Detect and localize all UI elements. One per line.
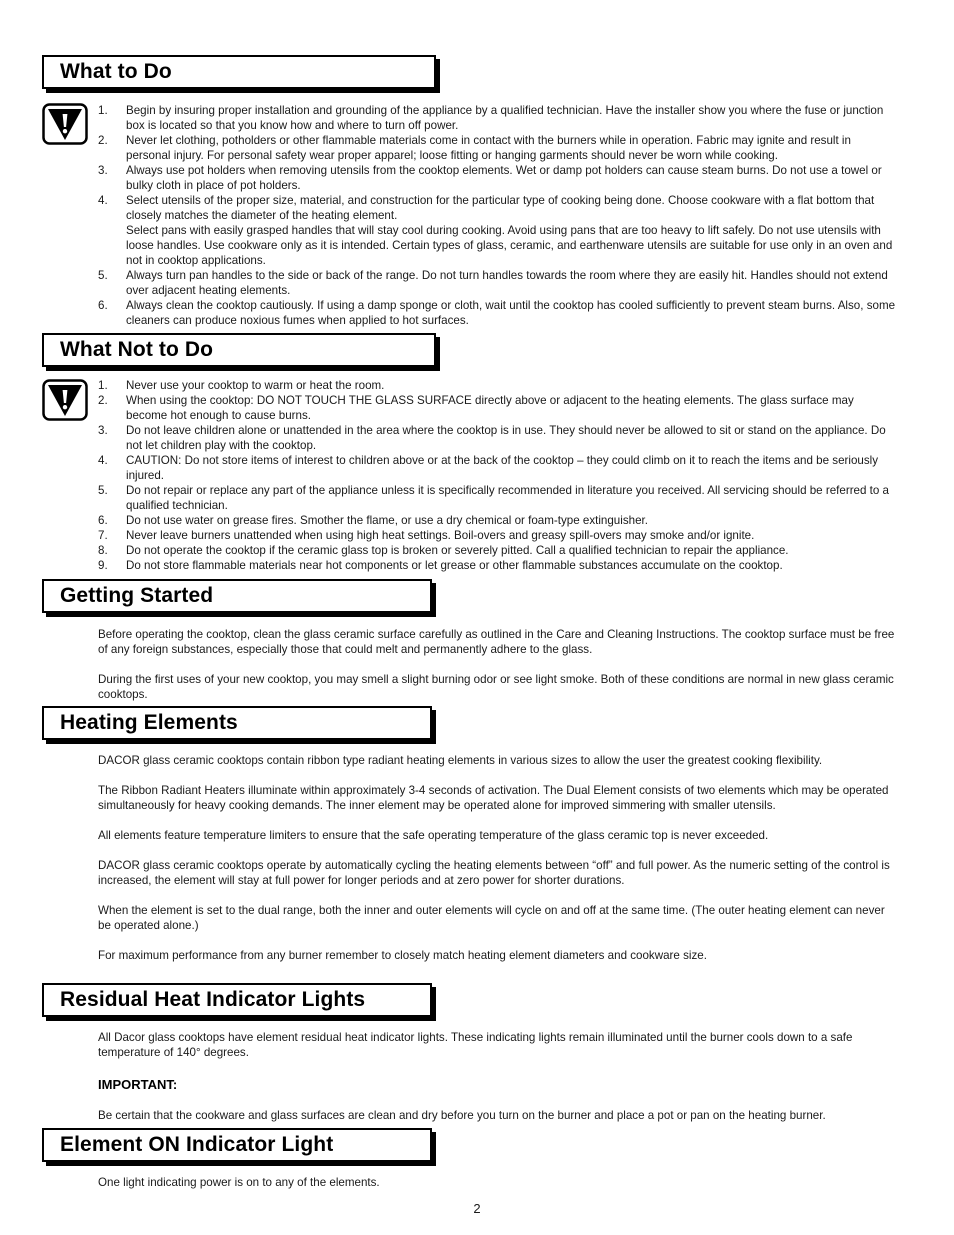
dont-list: 1. Never use your cooktop to warm or heat… — [98, 378, 898, 573]
section-header: Element ON Indicator Light — [42, 1128, 432, 1162]
section-body: DACOR glass ceramic cooktops contain rib… — [98, 753, 898, 963]
list-item: 1. Begin by insuring proper installation … — [98, 104, 884, 132]
section-header: Heating Elements — [42, 706, 432, 740]
important-label: IMPORTANT: — [98, 1077, 178, 1092]
do-list: 1. Begin by insuring proper installation … — [98, 103, 898, 328]
section-title: Getting Started — [60, 584, 214, 607]
warning-icon — [42, 379, 88, 421]
paragraph: For maximum performance from any burner … — [98, 949, 707, 962]
list-item: 3. Do not leave children alone or unatten… — [98, 424, 886, 452]
paragraph: DACOR glass ceramic cooktops contain rib… — [98, 754, 823, 767]
warning-icon — [42, 103, 88, 145]
list-item: 1. Never use your cooktop to warm or heat… — [98, 379, 385, 392]
list-item: 2. Never let clothing, potholders or othe… — [98, 134, 851, 162]
important-text: Be certain that the cookware and glass s… — [98, 1109, 826, 1122]
section-title: Element ON Indicator Light — [60, 1133, 334, 1156]
list-item: 8. Do not operate the cooktop if the cera… — [98, 544, 789, 557]
paragraph: When the element is set to the dual rang… — [98, 904, 885, 932]
section-header: Getting Started — [42, 579, 432, 613]
list-item: 6. Do not use water on grease fires. Smot… — [98, 514, 648, 527]
list-item: 4. Select utensils of the proper size, ma… — [98, 194, 893, 267]
paragraph: One light indicating power is on to any … — [98, 1176, 380, 1189]
list-item: 9. Do not store flammable materials near … — [98, 559, 783, 572]
list-item: 5. Always turn pan handles to the side or… — [98, 269, 888, 297]
paragraph: During the first uses of your new cookto… — [98, 673, 894, 701]
section-title: Heating Elements — [60, 711, 238, 734]
section-title: What Not to Do — [60, 338, 214, 361]
section-header: Residual Heat Indicator Lights — [42, 983, 432, 1017]
paragraph: All Dacor glass cooktops have element re… — [98, 1031, 853, 1059]
section-body: One light indicating power is on to any … — [98, 1175, 898, 1190]
section-body: All Dacor glass cooktops have element re… — [98, 1030, 898, 1138]
list-item: 7. Never leave burners unattended when us… — [98, 529, 755, 542]
page-number: 2 — [473, 1201, 481, 1216]
paragraph: Before operating the cooktop, clean the … — [98, 628, 895, 656]
paragraph: The Ribbon Radiant Heaters illuminate wi… — [98, 784, 889, 812]
list-item: 4. CAUTION: Do not store items of interes… — [98, 454, 879, 482]
section-header: What to Do — [42, 55, 436, 89]
paragraph: DACOR glass ceramic cooktops operate by … — [98, 859, 890, 887]
section-title: What to Do — [60, 60, 172, 83]
list-item: 3. Always use pot holders when removing u… — [98, 164, 882, 192]
list-item: 2. When using the cooktop: DO NOT TOUCH T… — [98, 394, 854, 422]
section-header: What Not to Do — [42, 333, 436, 367]
list-item: 5. Do not repair or replace any part of t… — [98, 484, 890, 512]
section-body: Before operating the cooktop, clean the … — [98, 627, 898, 702]
list-item: 6. Always clean the cooktop cautiously. I… — [98, 299, 896, 327]
paragraph: All elements feature temperature limiter… — [98, 829, 769, 842]
section-title: Residual Heat Indicator Lights — [60, 988, 366, 1011]
